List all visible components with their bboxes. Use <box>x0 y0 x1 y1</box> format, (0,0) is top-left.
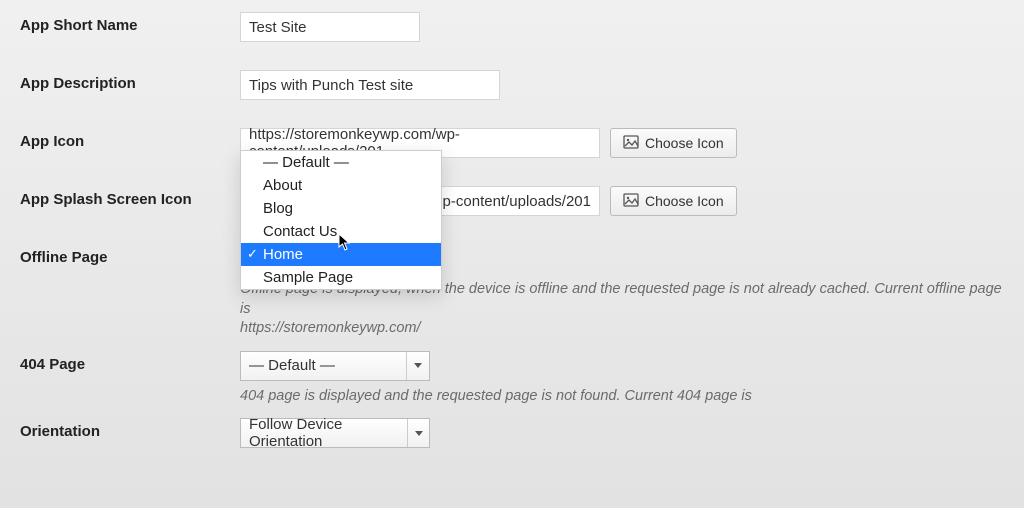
choose-splash-icon-button[interactable]: Choose Icon <box>610 186 737 216</box>
label-404-page: 404 Page <box>20 351 240 373</box>
dropdown-option-contact-us[interactable]: Contact Us <box>241 220 441 243</box>
dropdown-option-blog[interactable]: Blog <box>241 197 441 220</box>
row-app-icon: App Icon https://storemonkeywp.com/wp-co… <box>20 128 1004 158</box>
choose-icon-label: Choose Icon <box>645 135 724 151</box>
check-icon: ✓ <box>247 246 258 262</box>
offline-page-dropdown[interactable]: — Default — About Blog Contact Us ✓ Home… <box>240 150 442 290</box>
select-404-page[interactable]: — Default — <box>240 351 430 381</box>
row-404-page: 404 Page — Default — 404 page is display… <box>20 351 1004 407</box>
dropdown-option-sample-page[interactable]: Sample Page <box>241 266 441 289</box>
choose-icon-button[interactable]: Choose Icon <box>610 128 737 158</box>
dropdown-option-about[interactable]: About <box>241 174 441 197</box>
image-icon <box>623 192 639 211</box>
dropdown-option-default[interactable]: — Default — <box>241 151 441 174</box>
select-orientation-value: Follow Device Orientation <box>249 416 407 450</box>
row-app-description: App Description Tips with Punch Test sit… <box>20 70 1004 100</box>
choose-splash-icon-label: Choose Icon <box>645 193 724 209</box>
label-app-description: App Description <box>20 70 240 92</box>
settings-form: App Short Name Test Site App Description… <box>0 0 1024 468</box>
select-404-page-value: — Default — <box>249 357 335 374</box>
label-app-short-name: App Short Name <box>20 12 240 34</box>
404-page-help: 404 page is displayed and the requested … <box>240 387 1004 407</box>
row-orientation: Orientation Follow Device Orientation <box>20 418 1004 448</box>
row-app-splash: App Splash Screen Icon p-content/uploads… <box>20 186 1004 216</box>
input-app-description[interactable]: Tips with Punch Test site <box>240 70 500 100</box>
input-app-short-name[interactable]: Test Site <box>240 12 420 42</box>
image-icon <box>623 134 639 153</box>
label-app-splash: App Splash Screen Icon <box>20 186 240 208</box>
dropdown-option-home[interactable]: ✓ Home <box>241 243 441 266</box>
chevron-down-icon <box>406 352 429 380</box>
label-offline-page: Offline Page <box>20 244 240 266</box>
row-offline-page: Offline Page Home Offline page is displa… <box>20 244 1004 339</box>
row-app-short-name: App Short Name Test Site <box>20 12 1004 42</box>
chevron-down-icon <box>407 419 429 447</box>
label-app-icon: App Icon <box>20 128 240 150</box>
label-orientation: Orientation <box>20 418 240 440</box>
select-orientation[interactable]: Follow Device Orientation <box>240 418 430 448</box>
